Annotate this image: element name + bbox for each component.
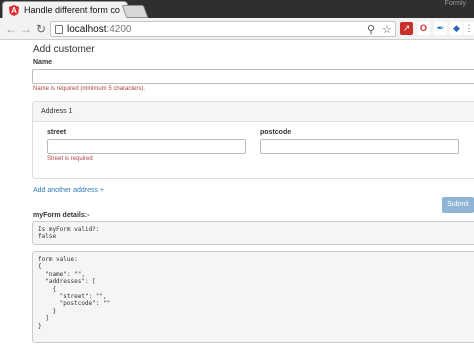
name-label: Name [33,59,53,66]
code-line: } [38,307,57,315]
address-panel-header: Address 1 [33,102,474,122]
pen-extension-icon[interactable]: ✒ [434,22,447,35]
code-line: form value: [38,256,78,263]
code-line: ] [38,315,49,323]
angular-favicon-icon: A [9,5,19,16]
page-content: Add customer Name Name is required (mini… [0,41,474,345]
street-error-message: Street is required [47,156,93,162]
postcode-input[interactable] [260,139,459,154]
code-line: "addresses": [ [38,278,96,286]
form-valid-block: Is myForm valid?: false [32,221,474,245]
form-value-block: form value: { "name": "", "addresses": [… [32,251,474,343]
puzzle-extension-icon[interactable]: ◆ [450,22,463,35]
street-input[interactable] [47,139,246,154]
address-bar[interactable]: localhost:4200 ⚲ ☆ [50,21,396,37]
form-details-heading: myForm details:- [33,212,90,219]
code-line: { [38,285,57,293]
code-line: { [38,263,42,271]
street-label: street [47,129,67,136]
postcode-label: postcode [260,129,292,136]
code-line: "name": "", [38,270,85,278]
code-line: "street": "", [38,292,107,300]
forward-arrow-icon[interactable]: → [19,22,33,36]
back-arrow-icon[interactable]: ← [4,22,18,36]
code-line: Is myForm valid?: [38,226,100,233]
code-line: } [38,322,42,330]
tab-title: Handle different form co [24,5,120,15]
pdf-extension-icon[interactable]: ↗ [400,22,413,35]
url-text: localhost:4200 [67,24,132,35]
search-icon[interactable]: ⚲ [367,23,375,36]
page-title: Add customer [33,44,95,55]
new-tab-button[interactable] [121,5,149,18]
reload-icon[interactable]: ↻ [34,22,48,36]
browser-titlebar: A Handle different form co Formly [0,0,474,19]
browser-tab[interactable]: A Handle different form co [2,1,128,19]
name-error-message: Name is required (minimum 5 characters). [33,86,146,92]
address-panel-title: Address 1 [41,108,73,115]
menu-icon[interactable]: ⋮ [464,22,474,35]
add-address-link[interactable]: Add another address + [33,187,104,194]
name-input[interactable] [32,69,474,84]
code-line: "postcode": "" [38,300,111,308]
address-panel: Address 1 street Street is required post… [32,101,474,179]
opera-extension-icon[interactable]: O [417,22,430,35]
code-line: false [38,233,57,241]
page-icon [55,25,63,34]
star-icon[interactable]: ☆ [382,23,392,36]
submit-button[interactable]: Submit [442,197,474,213]
user-profile-label[interactable]: Formly [445,0,466,7]
